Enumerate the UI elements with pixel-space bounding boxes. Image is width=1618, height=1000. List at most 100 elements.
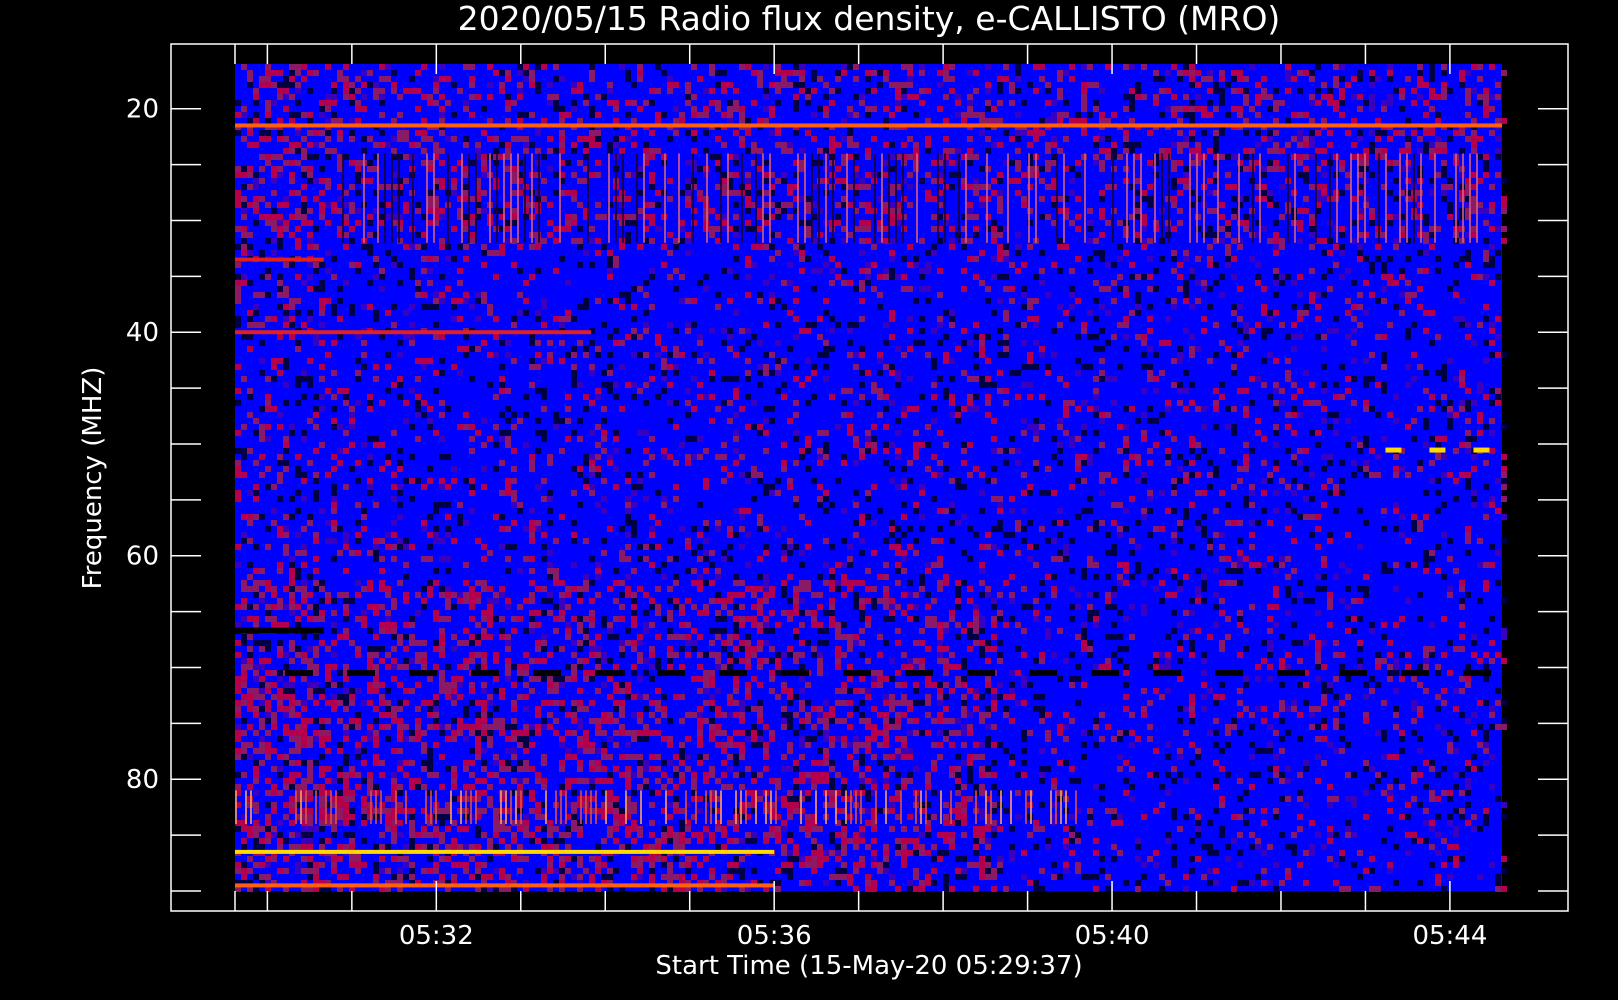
heatmap-cell — [1135, 418, 1141, 424]
heatmap-cell — [841, 538, 847, 544]
heatmap-cell — [385, 64, 391, 70]
heatmap-cell — [1039, 196, 1045, 202]
heatmap-cell — [1207, 226, 1213, 232]
heatmap-cell — [1141, 430, 1147, 436]
heatmap-cell — [523, 280, 529, 286]
heatmap-cell — [1057, 550, 1063, 556]
heatmap-cell — [253, 586, 259, 592]
heatmap-cell — [853, 490, 859, 496]
heatmap-cell — [325, 178, 331, 184]
heatmap-cell — [463, 256, 469, 262]
heatmap-cell — [295, 490, 301, 496]
heatmap-cell — [1369, 94, 1375, 100]
heatmap-cell — [715, 82, 721, 88]
heatmap-cell — [1423, 490, 1429, 496]
heatmap-cell — [1255, 376, 1261, 382]
heatmap-cell — [1237, 76, 1243, 82]
heatmap-cell — [1159, 88, 1165, 94]
heatmap-cell — [235, 322, 241, 328]
heatmap-cell — [1057, 418, 1063, 424]
heatmap-cell — [1339, 274, 1345, 280]
heatmap-cell — [1201, 406, 1207, 412]
heatmap-cell — [1153, 286, 1159, 292]
heatmap-cell — [1177, 352, 1183, 358]
heatmap-cell — [697, 544, 703, 550]
heatmap-cell — [331, 208, 337, 214]
heatmap-cell — [241, 586, 247, 592]
heatmap-cell — [967, 208, 973, 214]
heatmap-cell — [1039, 526, 1045, 532]
heatmap-cell — [1075, 172, 1081, 178]
heatmap-cell — [973, 274, 979, 280]
heatmap-cell — [529, 508, 535, 514]
heatmap-cell — [571, 520, 577, 526]
heatmap-cell — [361, 244, 367, 250]
heatmap-cell — [649, 526, 655, 532]
heatmap-cell — [337, 118, 343, 124]
heatmap-cell — [901, 478, 907, 484]
heatmap-cell — [889, 544, 895, 550]
heatmap-cell — [931, 364, 937, 370]
heatmap-cell — [451, 178, 457, 184]
heatmap-cell — [1315, 586, 1321, 592]
heatmap-cell — [757, 82, 763, 88]
heatmap-cell — [487, 304, 493, 310]
heatmap-cell — [949, 508, 955, 514]
heatmap-cell — [1243, 460, 1249, 466]
heatmap-cell — [943, 94, 949, 100]
heatmap-cell — [1369, 106, 1375, 112]
heatmap-cell — [457, 244, 463, 250]
heatmap-cell — [259, 214, 265, 220]
heatmap-cell — [1105, 550, 1111, 556]
heatmap-cell — [1477, 136, 1483, 142]
heatmap-cell — [319, 130, 325, 136]
heatmap-cell — [1297, 514, 1303, 520]
heatmap-cell — [1423, 82, 1429, 88]
heatmap-cell — [673, 130, 679, 136]
heatmap-cell — [1195, 526, 1201, 532]
heatmap-cell — [1339, 160, 1345, 166]
heatmap-cell — [631, 82, 637, 88]
heatmap-cell — [253, 100, 259, 106]
heatmap-cell — [757, 382, 763, 388]
heatmap-cell — [733, 154, 739, 160]
heatmap-cell — [1159, 430, 1165, 436]
heatmap-cell — [421, 130, 427, 136]
heatmap-cell — [823, 448, 829, 454]
heatmap-cell — [235, 244, 241, 250]
heatmap-cell — [307, 310, 313, 316]
heatmap-cell — [1135, 562, 1141, 568]
heatmap-cell — [505, 100, 511, 106]
heatmap-cell — [991, 190, 997, 196]
heatmap-cell — [685, 544, 691, 550]
heatmap-cell — [1375, 76, 1381, 82]
heatmap-cell — [1423, 100, 1429, 106]
heatmap-cell — [607, 382, 613, 388]
heatmap-cell — [1039, 424, 1045, 430]
heatmap-cell — [625, 586, 631, 592]
heatmap-cell — [1225, 250, 1231, 256]
heatmap-cell — [1003, 532, 1009, 538]
heatmap-cell — [865, 88, 871, 94]
heatmap-cell — [1231, 322, 1237, 328]
heatmap-cell — [637, 334, 643, 340]
heatmap-cell — [643, 382, 649, 388]
heatmap-cell — [559, 580, 565, 586]
heatmap-cell — [1003, 460, 1009, 466]
heatmap-cell — [337, 526, 343, 532]
heatmap-cell — [901, 106, 907, 112]
heatmap-cell — [523, 556, 529, 562]
heatmap-cell — [901, 568, 907, 574]
heatmap-cell — [1291, 454, 1297, 460]
heatmap-cell — [1075, 370, 1081, 376]
heatmap-cell — [1099, 208, 1105, 214]
heatmap-cell — [685, 454, 691, 460]
heatmap-cell — [1393, 454, 1399, 460]
heatmap-cell — [865, 220, 871, 226]
heatmap-cell — [253, 118, 259, 124]
heatmap-cell — [949, 376, 955, 382]
heatmap-cell — [703, 148, 709, 154]
heatmap-cell — [1297, 580, 1303, 586]
heatmap-cell — [1135, 304, 1141, 310]
heatmap-cell — [271, 238, 277, 244]
